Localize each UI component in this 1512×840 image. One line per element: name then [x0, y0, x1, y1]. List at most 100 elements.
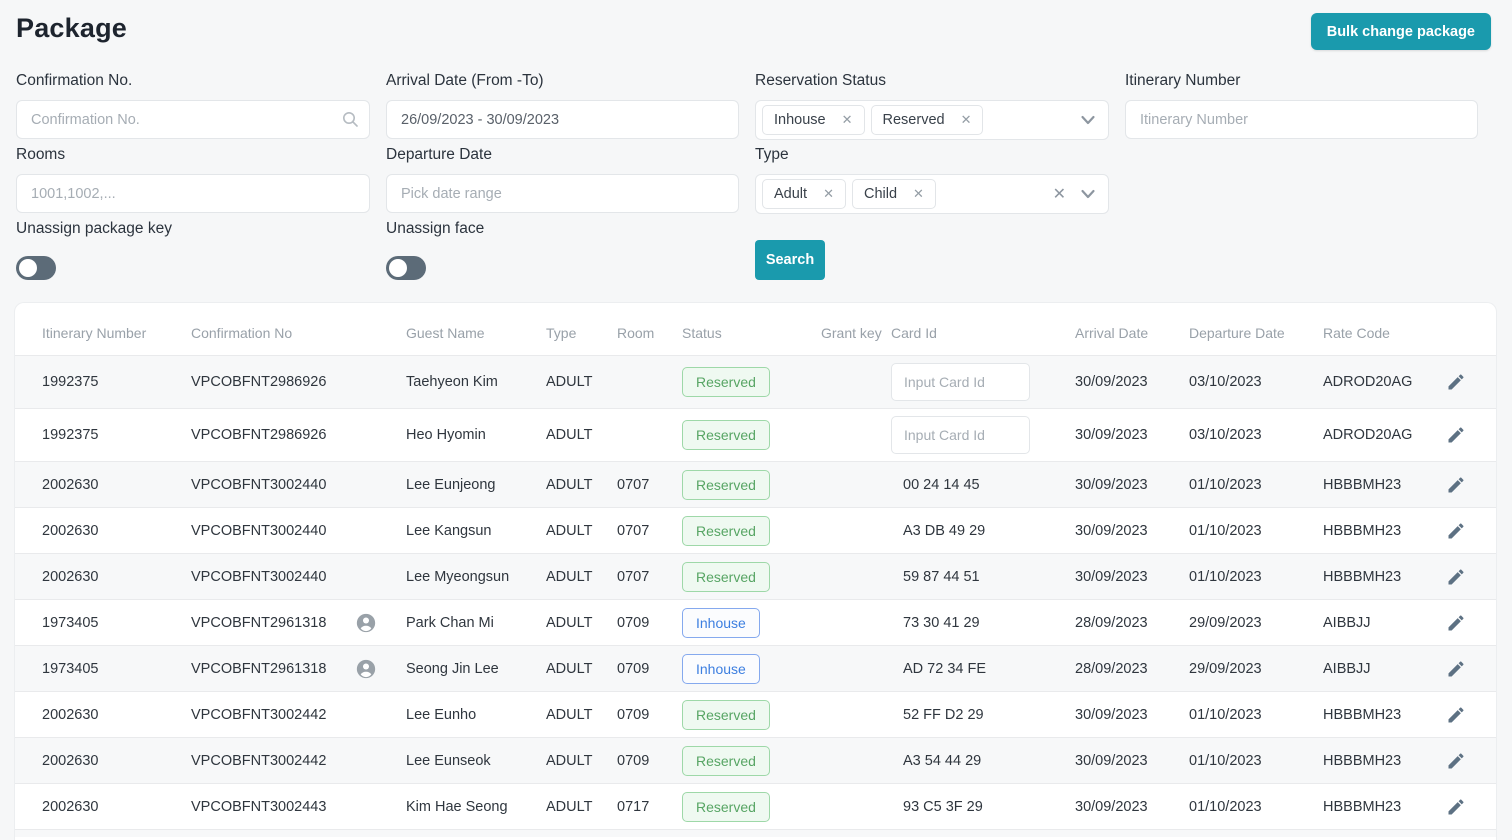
face-assigned-icon — [355, 612, 406, 634]
guest-type: ADULT — [546, 614, 593, 631]
status-badge: Reserved — [682, 420, 770, 450]
edit-button[interactable] — [1446, 797, 1476, 817]
confirmation-link[interactable]: VPCOBFNT3002442 — [191, 753, 355, 769]
status-badge: Inhouse — [682, 653, 760, 684]
table-row: 2002630 VPCOBFNT3002440 Lee Eunjeong ADU… — [15, 461, 1496, 507]
edit-button[interactable] — [1446, 659, 1476, 679]
type-select[interactable]: Adult ✕ Child ✕ ✕ — [755, 174, 1109, 214]
arrival-date: 30/09/2023 — [1075, 706, 1148, 723]
room-number: 0709 — [617, 706, 650, 723]
table-body: 1992375 VPCOBFNT2986926 Taehyeon Kim ADU… — [15, 355, 1496, 829]
bulk-change-package-button[interactable]: Bulk change package — [1310, 13, 1491, 50]
itinerary-link[interactable]: 1973405 — [42, 615, 191, 631]
col-itinerary-number: Itinerary Number — [42, 325, 147, 341]
arrival-date: 30/09/2023 — [1075, 522, 1148, 539]
table-row: 2002630 VPCOBFNT3002443 Kim Hae Seong AD… — [15, 783, 1496, 829]
edit-button[interactable] — [1446, 567, 1476, 587]
edit-button[interactable] — [1446, 425, 1476, 445]
edit-button[interactable] — [1446, 475, 1476, 495]
search-button[interactable]: Search — [755, 240, 825, 280]
itinerary-number-label: Itinerary Number — [1125, 72, 1241, 89]
rate-code: HBBBMH23 — [1323, 522, 1402, 539]
col-card-id: Card Id — [891, 325, 937, 341]
confirmation-link[interactable]: VPCOBFNT3002440 — [191, 569, 355, 585]
arrival-date-label: Arrival Date (From -To) — [386, 72, 544, 89]
confirmation-link[interactable]: VPCOBFNT3002442 — [191, 707, 355, 723]
itinerary-link[interactable]: 2002630 — [42, 707, 191, 723]
guest-name: Lee Kangsun — [406, 522, 492, 539]
arrival-date: 30/09/2023 — [1075, 476, 1148, 493]
remove-chip-icon[interactable]: ✕ — [913, 186, 924, 202]
col-type: Type — [546, 325, 577, 341]
arrival-date: 28/09/2023 — [1075, 660, 1148, 677]
arrival-date: 30/09/2023 — [1075, 427, 1148, 443]
table-row-partial — [15, 829, 1496, 837]
itinerary-link[interactable]: 1992375 — [42, 427, 191, 443]
itinerary-link[interactable]: 2002630 — [42, 753, 191, 769]
guest-name: Park Chan Mi — [406, 614, 494, 631]
itinerary-link[interactable]: 2002630 — [42, 523, 191, 539]
itinerary-number-input[interactable] — [1125, 100, 1478, 139]
remove-chip-icon[interactable]: ✕ — [961, 112, 972, 128]
guest-name: Taehyeon Kim — [406, 374, 498, 390]
edit-button[interactable] — [1446, 613, 1476, 633]
reservation-status-select[interactable]: Inhouse ✕ Reserved ✕ — [755, 100, 1109, 140]
card-id-input[interactable] — [891, 416, 1030, 454]
confirmation-no-input[interactable] — [16, 100, 370, 139]
room-number: 0707 — [617, 476, 650, 493]
status-badge: Reserved — [682, 791, 770, 822]
unassign-face-toggle[interactable] — [386, 256, 426, 280]
edit-button[interactable] — [1446, 705, 1476, 725]
itinerary-link[interactable]: 2002630 — [42, 799, 191, 815]
confirmation-link[interactable]: VPCOBFNT3002440 — [191, 523, 355, 539]
rooms-input[interactable] — [16, 174, 370, 213]
col-departure-date: Departure Date — [1189, 325, 1285, 341]
guest-type: ADULT — [546, 660, 593, 677]
edit-button[interactable] — [1446, 372, 1476, 392]
type-label: Type — [755, 146, 789, 163]
rate-code: HBBBMH23 — [1323, 476, 1402, 493]
card-id-value: 52 FF D2 29 — [903, 706, 984, 723]
guest-type: ADULT — [546, 427, 593, 443]
chevron-down-icon[interactable] — [1080, 112, 1096, 128]
arrival-date-input[interactable] — [386, 100, 739, 139]
unassign-package-key-toggle[interactable] — [16, 256, 56, 280]
col-status: Status — [682, 325, 722, 341]
remove-chip-icon[interactable]: ✕ — [823, 186, 834, 202]
arrival-date: 30/09/2023 — [1075, 798, 1148, 815]
confirmation-link[interactable]: VPCOBFNT2986926 — [191, 427, 355, 443]
card-id-value: 59 87 44 51 — [903, 568, 980, 585]
confirmation-link[interactable]: VPCOBFNT3002440 — [191, 477, 355, 493]
confirmation-no-field — [16, 100, 370, 139]
guest-name: Lee Myeongsun — [406, 568, 510, 585]
confirmation-link[interactable]: VPCOBFNT2961318 — [191, 661, 355, 677]
itinerary-link[interactable]: 1992375 — [42, 374, 191, 390]
col-confirmation-no: Confirmation No — [191, 325, 293, 341]
confirmation-link[interactable]: VPCOBFNT3002443 — [191, 799, 355, 815]
departure-date-input[interactable] — [386, 174, 739, 213]
guest-type: ADULT — [546, 522, 593, 539]
table-row: 1992375 VPCOBFNT2986926 Taehyeon Kim ADU… — [15, 355, 1496, 408]
departure-date: 29/09/2023 — [1189, 614, 1262, 631]
guest-name: Heo Hyomin — [406, 427, 486, 443]
edit-button[interactable] — [1446, 521, 1476, 541]
remove-chip-icon[interactable]: ✕ — [842, 112, 853, 128]
confirmation-link[interactable]: VPCOBFNT2961318 — [191, 615, 355, 631]
itinerary-link[interactable]: 2002630 — [42, 569, 191, 585]
room-number: 0709 — [617, 614, 650, 631]
clear-icon[interactable]: ✕ — [1053, 184, 1066, 204]
type-group: Type Adult ✕ Child ✕ ✕ — [755, 146, 1109, 214]
status-badge: Reserved — [682, 561, 770, 592]
edit-button[interactable] — [1446, 751, 1476, 771]
card-id-input[interactable] — [891, 363, 1030, 401]
itinerary-link[interactable]: 2002630 — [42, 477, 191, 493]
selected-chip-reserved: Reserved ✕ — [870, 105, 984, 135]
departure-date: 01/10/2023 — [1189, 522, 1262, 539]
room-number: 0709 — [617, 752, 650, 769]
guest-type: ADULT — [546, 798, 593, 815]
confirmation-link[interactable]: VPCOBFNT2986926 — [191, 374, 355, 390]
face-assigned-icon — [355, 658, 406, 680]
rate-code: ADROD20AG — [1323, 374, 1413, 390]
chevron-down-icon[interactable] — [1080, 186, 1096, 202]
itinerary-link[interactable]: 1973405 — [42, 661, 191, 677]
